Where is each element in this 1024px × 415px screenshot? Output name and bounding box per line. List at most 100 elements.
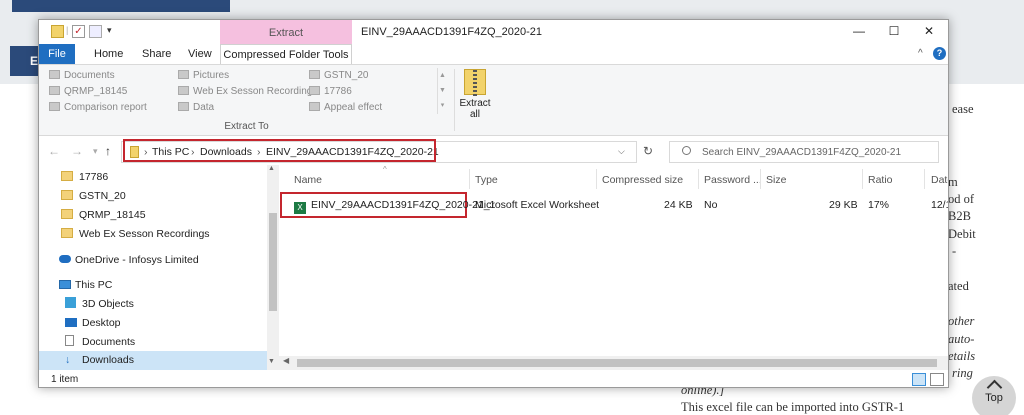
details-view-icon[interactable] [912, 373, 926, 386]
tab-file[interactable]: File [39, 44, 75, 64]
column-divider [760, 169, 761, 189]
scroll-up-icon[interactable]: ▲ [268, 165, 275, 172]
tab-compressed-folder-tools[interactable]: Compressed Folder Tools [220, 44, 352, 65]
extract-to-data[interactable]: Data [178, 102, 214, 113]
column-header-size[interactable]: Size [766, 174, 786, 186]
column-header-ratio[interactable]: Ratio [868, 174, 893, 186]
search-icon [682, 146, 691, 155]
nav-folder-gstn[interactable]: GSTN_20 [61, 187, 126, 206]
nav-desktop[interactable]: Desktop [65, 314, 121, 333]
extract-context-label: Extract [268, 27, 304, 39]
new-folder-icon[interactable] [89, 25, 102, 38]
address-highlight-box [123, 139, 436, 162]
scrollbar-thumb[interactable] [297, 359, 937, 367]
cloud-icon [59, 255, 71, 263]
back-to-top-button[interactable]: Top [972, 376, 1016, 415]
file-date: 12/1 [931, 199, 948, 211]
folder-icon [309, 86, 320, 95]
nav-scrollbar[interactable]: ▲ ▼ [267, 165, 279, 370]
extract-to-pictures[interactable]: Pictures [178, 70, 229, 81]
collapse-ribbon-icon[interactable]: ^ [918, 44, 923, 64]
extract-all-button[interactable]: Extract all [459, 69, 491, 120]
customize-toolbar-icon[interactable]: ▾ [107, 25, 120, 38]
extract-to-documents[interactable]: Documents [49, 70, 115, 81]
extract-to-17786[interactable]: 17786 [309, 86, 352, 97]
scroll-down-icon: ▼ [439, 87, 446, 94]
address-row: ← → ▾ ↑ › This PC › Downloads › EINV_29A… [39, 137, 948, 165]
article-fragment: od of [948, 192, 975, 206]
address-dropdown-icon[interactable]: ⌵ [618, 146, 625, 157]
back-arrow-icon[interactable]: ← [48, 144, 60, 158]
maximize-button[interactable]: ☐ [883, 22, 905, 40]
extract-to-webex[interactable]: Web Ex Sesson Recordings [178, 86, 317, 97]
article-fragment: m [948, 175, 958, 189]
tab-share[interactable]: Share [142, 44, 171, 64]
nav-onedrive[interactable]: OneDrive - Infosys Limited [59, 251, 199, 270]
ribbon-tabs: File Home Share View Compressed Folder T… [39, 44, 948, 65]
nav-documents[interactable]: Documents [65, 333, 135, 352]
folder-icon [178, 86, 189, 95]
article-fragment: auto- [948, 332, 975, 346]
nav-folder-qrmp[interactable]: QRMP_18145 [61, 206, 146, 225]
tab-view[interactable]: View [188, 44, 212, 64]
scrollbar-thumb[interactable] [269, 213, 277, 311]
window-title: EINV_29AAACD1391F4ZQ_2020-21 [361, 26, 542, 38]
zip-extract-icon [464, 69, 486, 96]
document-icon [65, 335, 74, 346]
folder-icon [61, 209, 73, 219]
close-button[interactable]: ✕ [918, 22, 940, 40]
refresh-icon[interactable]: ↻ [643, 144, 653, 158]
column-header-name[interactable]: Name [294, 174, 322, 186]
tab-home[interactable]: Home [94, 44, 123, 64]
column-divider [469, 169, 470, 189]
file-list-hscrollbar[interactable]: ◀ [279, 356, 948, 370]
folder-icon [61, 171, 73, 181]
large-icons-view-icon[interactable] [930, 373, 944, 386]
scroll-left-icon[interactable]: ◀ [283, 356, 289, 365]
desktop-icon [65, 318, 77, 327]
folder-icon [49, 86, 60, 95]
up-arrow-icon[interactable]: ↑ [105, 144, 111, 158]
article-fragment: ring [952, 366, 973, 380]
cube-icon [65, 297, 76, 308]
properties-icon[interactable]: ✓ [72, 25, 85, 38]
help-icon[interactable]: ? [933, 47, 946, 60]
extract-to-group-label: Extract To [224, 121, 269, 132]
column-header-compressed-size[interactable]: Compressed size [602, 174, 683, 186]
folder-icon [309, 102, 320, 111]
file-list: ^ Name Type Compressed size Password ...… [279, 165, 948, 370]
nav-folder-webex[interactable]: Web Ex Sesson Recordings [61, 225, 210, 244]
extract-to-comparison-report[interactable]: Comparison report [49, 102, 147, 113]
article-fragment: Debit [948, 227, 976, 241]
scroll-down-icon[interactable]: ▼ [268, 358, 275, 365]
column-header-type[interactable]: Type [475, 174, 498, 186]
extract-to-appeal-effect[interactable]: Appeal effect [309, 102, 382, 113]
ribbon-divider [454, 69, 455, 131]
explorer-window: | ✓ ▾ Extract EINV_29AAACD1391F4ZQ_2020-… [38, 19, 949, 388]
folder-icon [309, 70, 320, 79]
file-row-name[interactable]: X EINV_29AAACD1391F4ZQ_2020-21_1 [294, 199, 495, 214]
nav-folder-17786[interactable]: 17786 [61, 168, 108, 187]
nav-3d-objects[interactable]: 3D Objects [65, 295, 134, 314]
extract-to-gstn[interactable]: GSTN_20 [309, 70, 368, 81]
recent-locations-icon[interactable]: ▾ [93, 146, 98, 157]
forward-arrow-icon[interactable]: → [71, 144, 83, 158]
column-divider [596, 169, 597, 189]
download-arrow-icon: ↓ [65, 354, 71, 366]
folder-icon [61, 190, 73, 200]
search-placeholder: Search EINV_29AAACD1391F4ZQ_2020-21 [702, 147, 902, 158]
documents-icon [49, 70, 60, 79]
minimize-button[interactable]: — [848, 22, 870, 40]
column-header-password[interactable]: Password ... [704, 174, 762, 186]
file-size: 29 KB [829, 199, 858, 211]
scroll-up-icon: ▲ [439, 72, 446, 79]
column-divider [698, 169, 699, 189]
search-input[interactable]: Search EINV_29AAACD1391F4ZQ_2020-21 [669, 141, 939, 163]
nav-this-pc[interactable]: This PC [59, 276, 112, 295]
file-compressed-size: 24 KB [664, 199, 693, 211]
nav-downloads[interactable]: ↓ Downloads [39, 351, 267, 370]
ribbon-gallery-scroll[interactable]: ▲ ▼ ▾ [437, 68, 447, 114]
column-header-date[interactable]: Date [931, 174, 948, 186]
folder-icon [49, 102, 60, 111]
extract-to-qrmp[interactable]: QRMP_18145 [49, 86, 127, 97]
